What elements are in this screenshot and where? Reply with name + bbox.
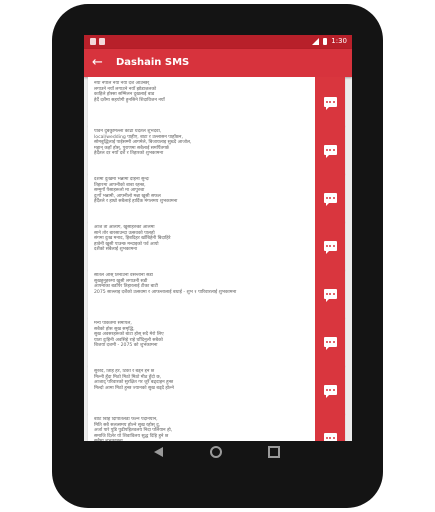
- sms-card[interactable]: नयाँ नेपाल नयाँ नयाँ दशैं आउन्छर् लगाउने…: [88, 77, 345, 126]
- send-sms-button[interactable]: [315, 365, 345, 414]
- signal-icon: [312, 37, 320, 45]
- sms-card[interactable]: सुरुदि, तिहि हेरे, टिको रे बड्ने द्दने छ…: [88, 365, 345, 414]
- notification-icon: [90, 38, 96, 45]
- notification-icons: [90, 38, 105, 45]
- message-icon: [323, 336, 337, 350]
- message-icon: [323, 432, 337, 441]
- send-sms-button[interactable]: [315, 77, 345, 126]
- notification-icon: [99, 38, 105, 45]
- app-bar: ← Dashain SMS: [84, 49, 352, 77]
- sms-text: नयाँ नेपाल नयाँ नयाँ दशैं आउन्छर् लगाउने…: [94, 81, 165, 103]
- send-sms-button[interactable]: [315, 125, 345, 174]
- message-icon: [323, 240, 337, 254]
- nav-home-icon[interactable]: [210, 446, 222, 458]
- sms-text: बाँटि बिहि दिपितिलडा फल्न पदनियान, मिति …: [94, 417, 173, 441]
- battery-icon: [323, 37, 328, 45]
- sms-text: आज तो आलागे, खुसीहरुको आलमी साने तोर बार…: [94, 225, 171, 253]
- message-icon: [323, 384, 337, 398]
- sms-card[interactable]: मन्य पाकतेमा समीपले, सबैको होस सुख समृद्…: [88, 317, 345, 366]
- send-sms-button[interactable]: [315, 269, 345, 318]
- page-title: Dashain SMS: [116, 57, 190, 68]
- sms-text: मन्य पाकतेमा समीपले, सबैको होस सुख समृद्…: [94, 321, 164, 349]
- sms-card[interactable]: दशैंमा दुःखमा भन्नामी दहिनी सुन्दः तिहार…: [88, 173, 345, 222]
- sms-card[interactable]: बाँटि बिहि दिपितिलडा फल्न पदनियान, मिति …: [88, 413, 345, 441]
- send-sms-button[interactable]: [315, 413, 345, 441]
- sms-list[interactable]: नयाँ नेपाल नयाँ नयाँ दशैं आउन्छर् लगाउने…: [84, 77, 352, 441]
- sms-card[interactable]: पावन दुबकुमिल्ला काढा थेर्दैतल शुभदेवा, …: [88, 125, 345, 174]
- sms-text: सुरुदि, तिहि हेरे, टिको रे बड्ने द्दने छ…: [94, 369, 174, 391]
- back-arrow-icon[interactable]: ←: [92, 54, 103, 71]
- status-time: 1:30: [331, 37, 347, 45]
- status-bar: 1:30: [84, 35, 352, 49]
- nav-recents-icon[interactable]: [268, 446, 280, 458]
- sms-text: पावन दुबकुमिल्ला काढा थेर्दैतल शुभदेवा, …: [94, 129, 192, 157]
- send-sms-button[interactable]: [315, 221, 345, 270]
- sms-text: दशैंमा दुःखमा भन्नामी दहिनी सुन्दः तिहार…: [94, 177, 178, 205]
- sms-card[interactable]: आज तो आलागे, खुसीहरुको आलमी साने तोर बार…: [88, 221, 345, 270]
- send-sms-button[interactable]: [315, 317, 345, 366]
- sms-text: सीतल ओस् तिनाउनी वसन्तानी सडी सुखहुनुहरु…: [94, 273, 237, 295]
- nav-back-icon[interactable]: [154, 447, 163, 457]
- system-nav-bar: [84, 441, 352, 465]
- message-icon: [323, 192, 337, 206]
- message-icon: [323, 96, 337, 110]
- message-icon: [323, 144, 337, 158]
- sms-card[interactable]: सीतल ओस् तिनाउनी वसन्तानी सडी सुखहुनुहरु…: [88, 269, 345, 318]
- device-screen: 1:30 ← Dashain SMS नयाँ नेपाल नयाँ नयाँ …: [84, 35, 352, 441]
- send-sms-button[interactable]: [315, 173, 345, 222]
- message-icon: [323, 288, 337, 302]
